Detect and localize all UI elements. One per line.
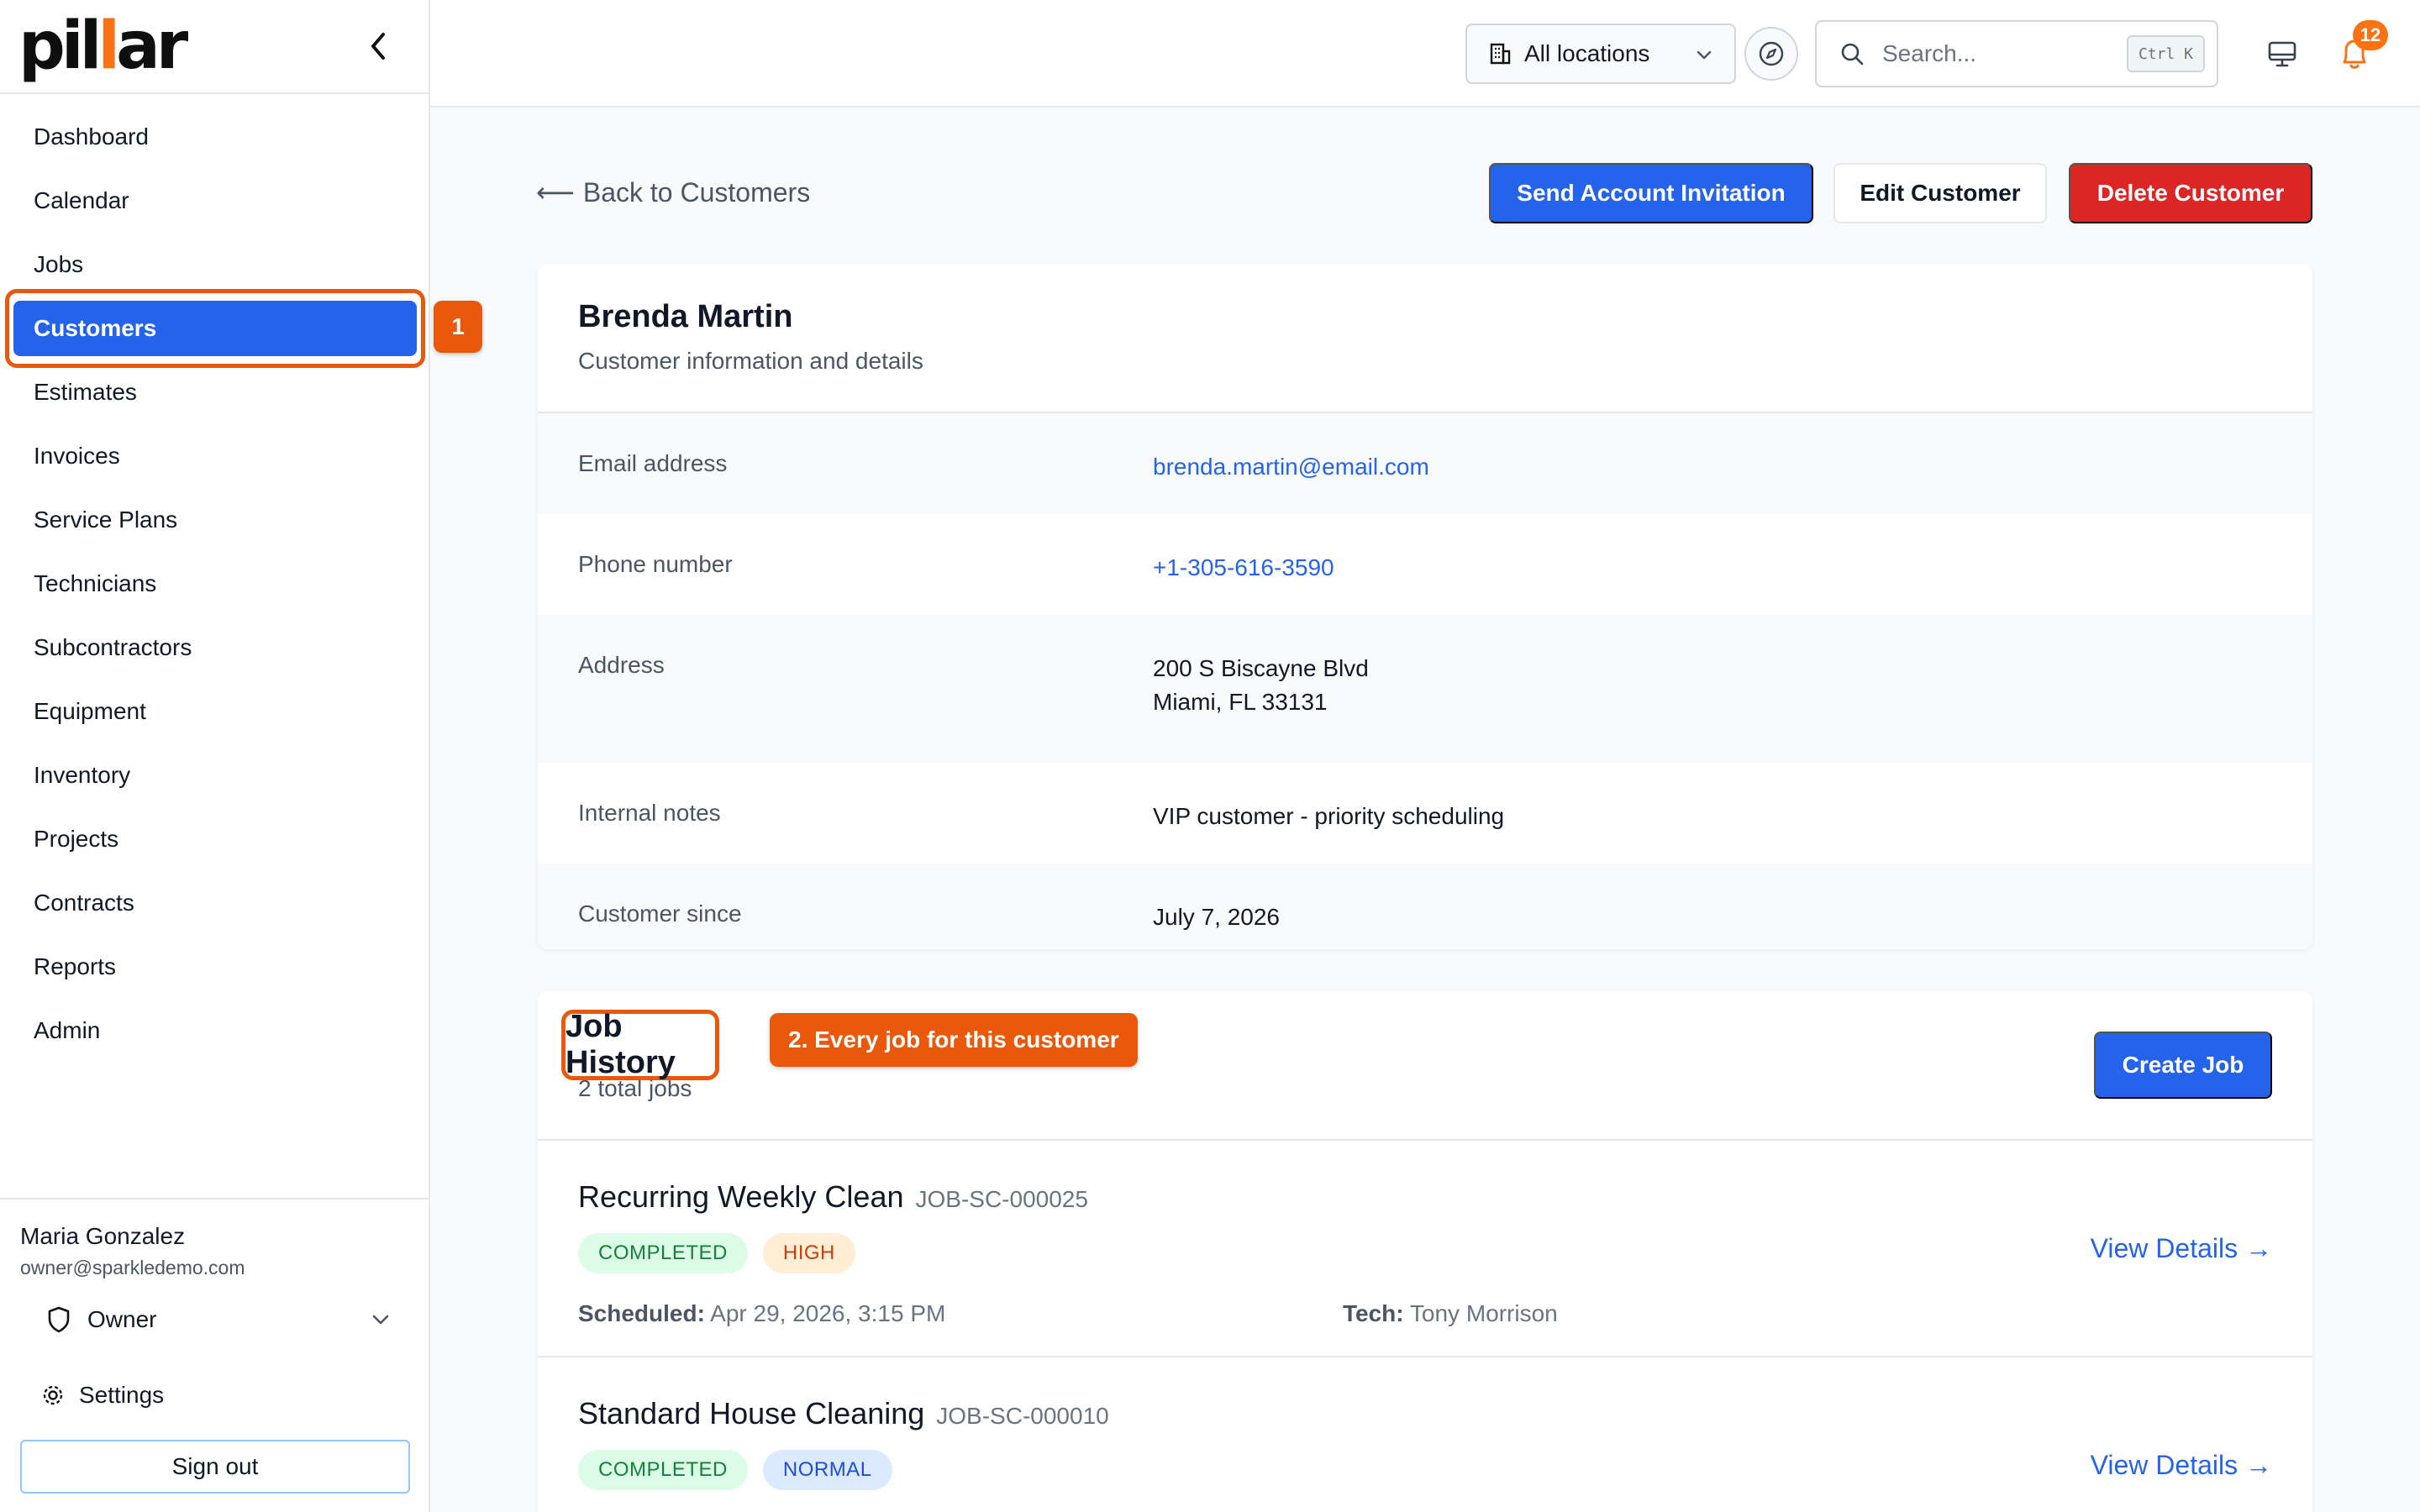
pillar-logo[interactable]: pillar: [18, 13, 188, 79]
email-label: Email address: [578, 450, 728, 476]
info-row-customer-since: Customer since July 7, 2026: [538, 864, 2312, 949]
job-history-title: Job History: [561, 1009, 719, 1080]
search-shortcut-hint: Ctrl K: [2126, 35, 2205, 72]
nav-contracts[interactable]: Contracts: [13, 875, 417, 931]
sidebar-footer: Maria Gonzalez owner@sparkledemo.com Own…: [0, 1198, 429, 1512]
search-input[interactable]: [1882, 40, 2118, 67]
nav-estimates[interactable]: Estimates: [13, 365, 417, 420]
customer-info-card: Brenda Martin Customer information and d…: [538, 264, 2312, 949]
info-row-phone: Phone number +1-305-616-3590: [538, 514, 2312, 615]
edit-customer-button[interactable]: Edit Customer: [1833, 163, 2047, 223]
chevron-left-icon: [371, 33, 385, 60]
settings-link[interactable]: Settings: [20, 1368, 395, 1423]
user-name: Maria Gonzalez: [20, 1223, 186, 1249]
building-icon: [1490, 43, 1511, 65]
job-scheduled: Scheduled: Apr 29, 2026, 3:15 PM: [578, 1300, 946, 1326]
customer-subtitle: Customer information and details: [578, 348, 923, 374]
nav-service-plans[interactable]: Service Plans: [13, 492, 417, 548]
back-label: Back to Customers: [582, 176, 811, 207]
address-line-2: Miami, FL 33131: [1153, 689, 1328, 715]
nav-calendar[interactable]: Calendar: [13, 173, 417, 228]
delete-customer-button[interactable]: Delete Customer: [2069, 163, 2312, 223]
customer-name: Brenda Martin: [578, 299, 793, 334]
address-line-1: 200 S Biscayne Blvd: [1153, 655, 1369, 681]
back-to-customers-link[interactable]: ⟵ Back to Customers: [536, 176, 810, 208]
create-job-button[interactable]: Create Job: [2094, 1032, 2272, 1099]
user-email: owner@sparkledemo.com: [20, 1257, 245, 1278]
info-row-email: Email address brenda.martin@email.com: [538, 413, 2312, 514]
nav-projects[interactable]: Projects: [13, 811, 417, 867]
job-title: Recurring Weekly Clean JOB-SC-000025: [578, 1179, 1088, 1214]
priority-badge: NORMAL: [762, 1450, 892, 1490]
role-selector[interactable]: Owner: [20, 1292, 395, 1347]
nav-technicians[interactable]: Technicians: [13, 556, 417, 612]
info-row-address: Address 200 S Biscayne Blvd Miami, FL 33…: [538, 615, 2312, 763]
location-value: All locations: [1524, 40, 1650, 66]
sign-out-button[interactable]: Sign out: [20, 1440, 410, 1494]
chevron-down-icon: [372, 1315, 389, 1325]
notification-count-badge: 12: [2353, 20, 2388, 50]
customer-since-value: July 7, 2026: [1153, 904, 1280, 930]
job-title: Standard House Cleaning JOB-SC-000010: [578, 1396, 1109, 1431]
job-tech: Tech: Tony Morrison: [1343, 1300, 1558, 1326]
job-row: Recurring Weekly Clean JOB-SC-000025 COMP…: [538, 1141, 2312, 1357]
display-button[interactable]: [2262, 34, 2302, 74]
annotation-step-1-badge: 1: [434, 301, 482, 353]
job-id: JOB-SC-000010: [936, 1403, 1109, 1429]
nav-subcontractors[interactable]: Subcontractors: [13, 620, 417, 675]
nav-admin[interactable]: Admin: [13, 1003, 417, 1058]
nav-equipment[interactable]: Equipment: [13, 684, 417, 739]
priority-badge: HIGH: [762, 1233, 855, 1273]
location-select[interactable]: All locations: [1465, 24, 1736, 84]
phone-link[interactable]: +1-305-616-3590: [1153, 551, 1334, 585]
send-account-invitation-button[interactable]: Send Account Invitation: [1489, 163, 1813, 223]
customer-since-label: Customer since: [578, 900, 742, 927]
logo-row: pillar: [0, 0, 429, 94]
job-id: JOB-SC-000025: [915, 1186, 1088, 1212]
nav-invoices[interactable]: Invoices: [13, 428, 417, 484]
job-badges: COMPLETED HIGH: [578, 1233, 855, 1273]
email-link[interactable]: brenda.martin@email.com: [1153, 450, 1429, 484]
main-nav: Dashboard Calendar Jobs Customers Estima…: [0, 94, 429, 1043]
compass-icon: [1759, 41, 1784, 66]
view-details-link[interactable]: View Details →: [2091, 1233, 2272, 1264]
arrow-left-icon: ⟵: [536, 177, 575, 207]
search-box[interactable]: Ctrl K: [1815, 20, 2218, 87]
nav-reports[interactable]: Reports: [13, 939, 417, 995]
settings-label: Settings: [79, 1382, 165, 1408]
job-row: Standard House Cleaning JOB-SC-000010 COM…: [538, 1357, 2312, 1512]
chevron-down-icon: [1697, 50, 1712, 60]
address-value: 200 S Biscayne Blvd Miami, FL 33131: [1153, 652, 1369, 719]
status-badge: COMPLETED: [578, 1450, 748, 1490]
notes-label: Internal notes: [578, 800, 721, 826]
info-row-notes: Internal notes VIP customer - priority s…: [538, 763, 2312, 864]
job-badges: COMPLETED NORMAL: [578, 1450, 892, 1490]
top-header: All locations Ctrl K 12: [430, 0, 2420, 108]
nav-jobs[interactable]: Jobs: [13, 237, 417, 292]
explore-button[interactable]: [1744, 27, 1798, 81]
nav-inventory[interactable]: Inventory: [13, 748, 417, 803]
sidebar: pillar Dashboard Calendar Jobs Customers…: [0, 0, 430, 1512]
collapse-sidebar-button[interactable]: [361, 29, 395, 63]
address-label: Address: [578, 652, 665, 678]
search-icon: [1841, 43, 1864, 66]
annotation-highlight-customers: [5, 289, 425, 368]
view-details-link[interactable]: View Details →: [2091, 1450, 2272, 1481]
status-badge: COMPLETED: [578, 1233, 748, 1273]
annotation-step-2-callout: 2. Every job for this customer: [770, 1013, 1138, 1067]
shield-icon: [48, 1306, 70, 1333]
role-label: Owner: [87, 1306, 157, 1332]
monitor-icon: [2268, 41, 2296, 67]
phone-label: Phone number: [578, 551, 733, 577]
notes-value: VIP customer - priority scheduling: [1153, 803, 1505, 829]
gear-icon: [43, 1385, 63, 1405]
job-history-card: 2 total jobs Create Job Recurring Weekly…: [538, 991, 2312, 1512]
nav-dashboard[interactable]: Dashboard: [13, 109, 417, 165]
customer-card-header: Brenda Martin Customer information and d…: [538, 264, 2312, 413]
